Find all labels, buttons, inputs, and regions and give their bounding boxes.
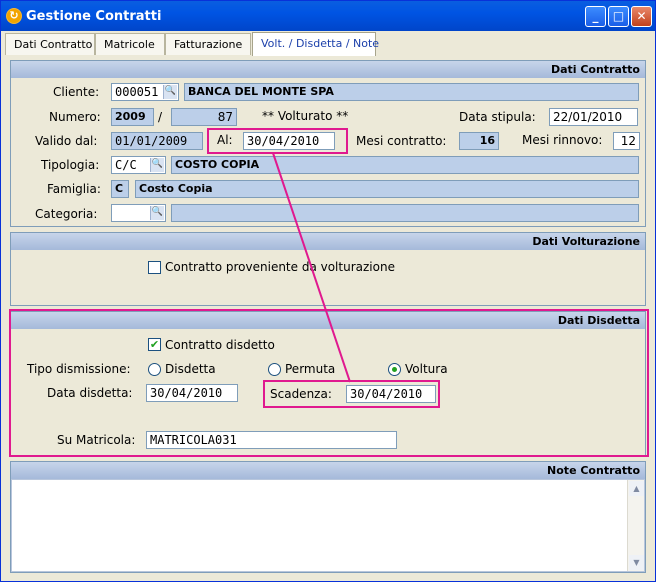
highlight-connector-line: [272, 152, 351, 383]
main-window: ↻ Gestione Contratti _ □ ✕ Dati Contratt…: [0, 0, 656, 582]
